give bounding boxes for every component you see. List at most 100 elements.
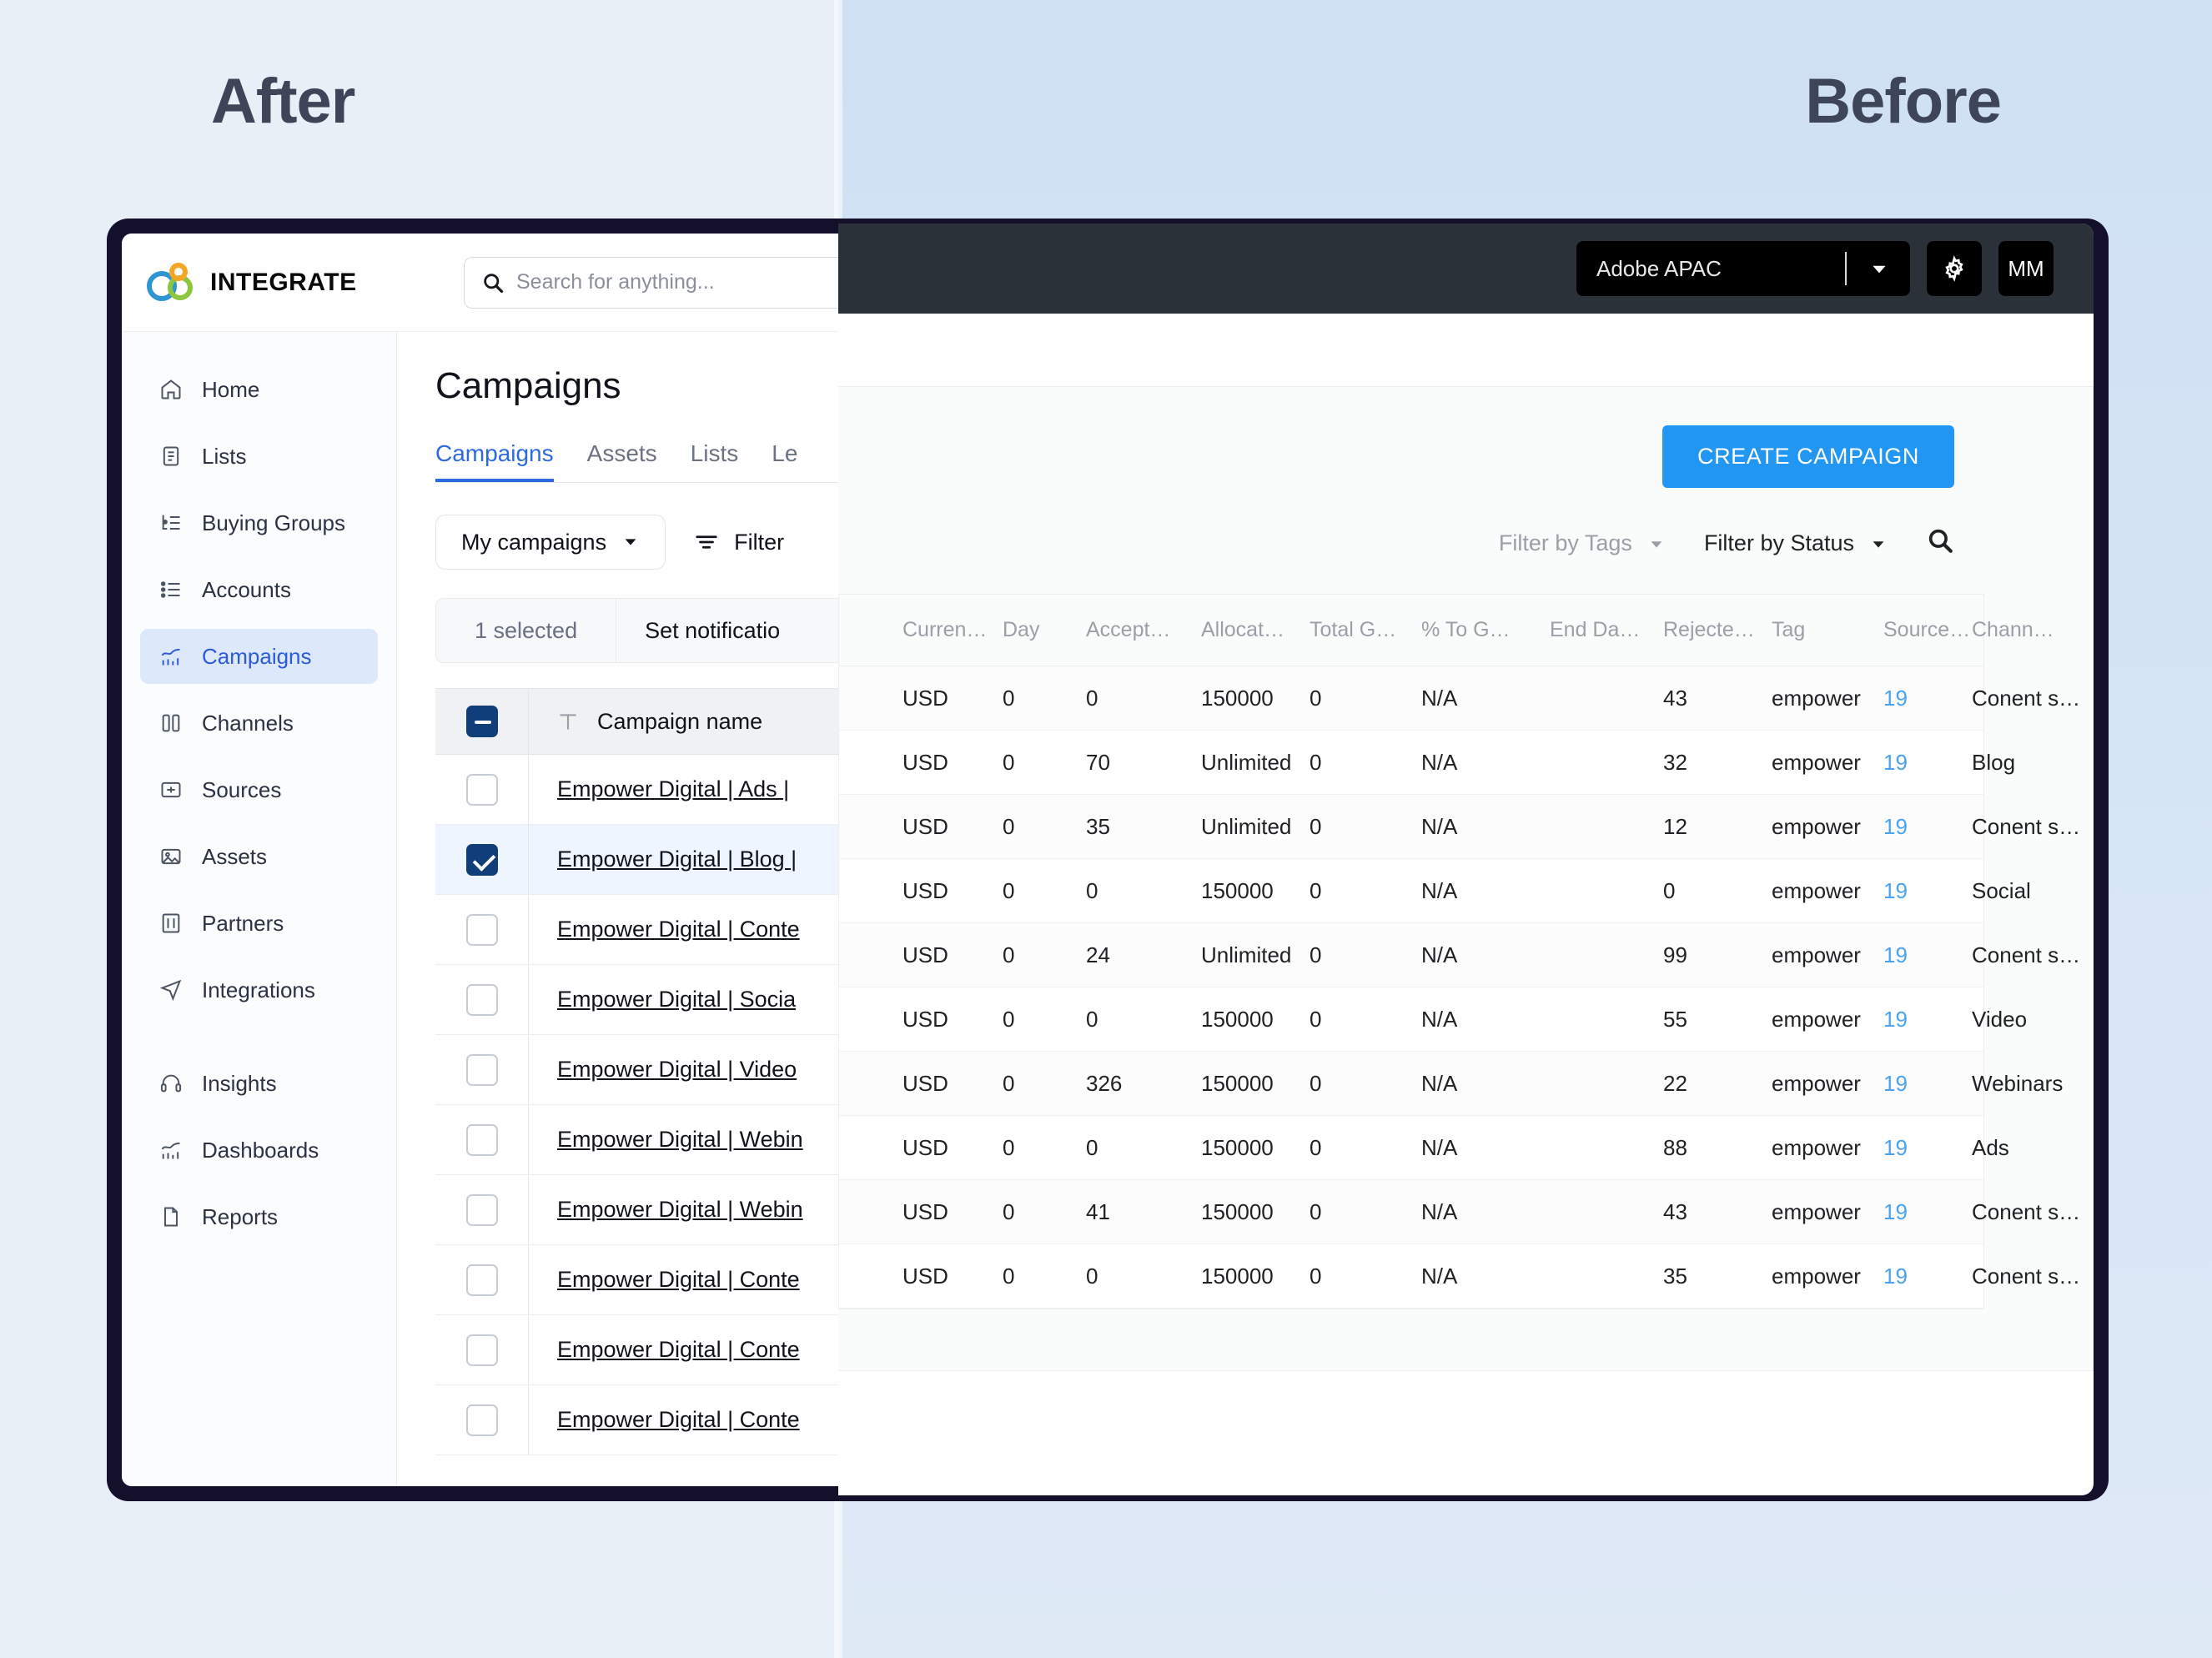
sidebar-item-sources[interactable]: Sources [140, 762, 378, 817]
campaign-name-cell[interactable]: Empower Digital | Blog | [529, 847, 797, 872]
before-search-button[interactable] [1926, 526, 1954, 560]
row-checkbox-cell[interactable] [435, 895, 529, 964]
row-checkbox[interactable] [465, 913, 498, 946]
row-checkbox[interactable] [465, 1404, 498, 1436]
sidebar-item-buying-groups[interactable]: Buying Groups [140, 495, 378, 550]
row-checkbox-cell[interactable] [435, 1385, 529, 1455]
table-row[interactable]: USD 0 326 150000 0 N/A 22 empower 19 Web… [839, 1052, 2063, 1116]
col-total-goal[interactable]: Total G… [1310, 618, 1421, 642]
filter-by-status-dropdown[interactable]: Filter by Status [1704, 530, 1888, 556]
campaign-name-link[interactable]: Empower Digital | Conte [557, 1407, 800, 1433]
campaign-name-cell[interactable]: Empower Digital | Conte [529, 1407, 800, 1433]
campaign-name-cell[interactable]: Empower Digital | Conte [529, 1267, 800, 1293]
table-row[interactable]: USD 0 24 Unlimited 0 N/A 99 empower 19 C… [839, 923, 2080, 987]
cell-source[interactable]: 19 [1883, 878, 1972, 904]
col-tag[interactable]: Tag [1772, 618, 1883, 642]
my-campaigns-dropdown[interactable]: My campaigns [435, 515, 666, 570]
row-checkbox-cell[interactable] [435, 965, 529, 1034]
row-checkbox-cell[interactable] [435, 1175, 529, 1244]
col-channel[interactable]: Chann… [1972, 618, 2089, 642]
row-menu-button[interactable]: ⋮ [2089, 1140, 2094, 1155]
col-day[interactable]: Day [1003, 618, 1086, 642]
cell-source[interactable]: 19 [1883, 750, 1972, 776]
row-checkbox-cell[interactable] [435, 1035, 529, 1104]
col-allocated[interactable]: Allocat… [1201, 618, 1310, 642]
campaign-name-link[interactable]: Empower Digital | Webin [557, 1127, 803, 1153]
org-selector[interactable]: Adobe APAC [1576, 241, 1910, 296]
row-checkbox[interactable] [465, 1123, 498, 1156]
row-menu-button[interactable]: ⋮ [2089, 947, 2094, 962]
table-row[interactable]: USD 0 0 150000 0 N/A 0 empower 19 Social… [839, 859, 2031, 923]
sidebar-item-channels[interactable]: Channels [140, 696, 378, 751]
row-checkbox[interactable] [465, 983, 498, 1016]
cell-source[interactable]: 19 [1883, 1199, 1972, 1225]
campaign-name-link[interactable]: Empower Digital | Conte [557, 917, 800, 942]
cell-source[interactable]: 19 [1883, 1264, 1972, 1289]
sidebar-item-reports[interactable]: Reports [140, 1189, 378, 1244]
table-row[interactable]: USD 0 41 150000 0 N/A 43 empower 19 Cone… [839, 1180, 2080, 1244]
sidebar-item-lists[interactable]: Lists [140, 429, 378, 484]
sidebar-item-integrations[interactable]: Integrations [140, 962, 378, 1017]
sidebar-item-insights[interactable]: Insights [140, 1056, 378, 1111]
settings-button[interactable] [1927, 241, 1982, 296]
filter-button[interactable]: Filter [694, 530, 784, 555]
campaign-name-cell[interactable]: Empower Digital | Conte [529, 1337, 800, 1363]
campaign-name-cell[interactable]: Empower Digital | Socia [529, 987, 796, 1012]
campaign-name-cell[interactable]: Empower Digital | Webin [529, 1127, 803, 1153]
row-checkbox[interactable] [465, 1193, 498, 1226]
cell-source[interactable]: 19 [1883, 942, 1972, 968]
tab-assets[interactable]: Assets [587, 440, 657, 482]
row-menu-button[interactable]: ⋮ [2089, 755, 2094, 770]
campaign-name-link[interactable]: Empower Digital | Blog | [557, 847, 797, 872]
set-notification-button[interactable]: Set notificatio [616, 599, 808, 662]
sidebar-item-campaigns[interactable]: Campaigns [140, 629, 378, 684]
table-row[interactable]: USD 0 0 150000 0 N/A 35 empower 19 Conen… [839, 1244, 2080, 1309]
row-menu-button[interactable]: ⋮ [2089, 691, 2094, 706]
cell-source[interactable]: 19 [1883, 1135, 1972, 1161]
row-checkbox[interactable] [465, 843, 498, 876]
tab-campaigns[interactable]: Campaigns [435, 440, 554, 482]
row-menu-button[interactable]: ⋮ [2089, 1204, 2094, 1219]
campaign-name-link[interactable]: Empower Digital | Video [557, 1057, 797, 1083]
sidebar-item-dashboards[interactable]: Dashboards [140, 1123, 378, 1178]
row-menu-button[interactable]: ⋮ [2089, 1012, 2094, 1027]
campaign-name-cell[interactable]: Empower Digital | Conte [529, 917, 800, 942]
cell-source[interactable]: 19 [1883, 814, 1972, 840]
campaign-name-cell[interactable]: Empower Digital | Webin [529, 1197, 803, 1223]
campaign-name-header[interactable]: Campaign name [529, 709, 762, 735]
table-row[interactable]: USD 0 70 Unlimited 0 N/A 32 empower 19 B… [839, 731, 2015, 795]
row-menu-button[interactable]: ⋮ [2089, 883, 2094, 898]
brand-logo[interactable]: INTEGRATE [145, 262, 420, 303]
row-menu-button[interactable]: ⋮ [2089, 1076, 2094, 1091]
campaign-name-link[interactable]: Empower Digital | Ads | [557, 776, 789, 802]
table-row[interactable]: USD 0 0 150000 0 N/A 88 empower 19 Ads ⋮ [839, 1116, 2009, 1180]
campaign-name-link[interactable]: Empower Digital | Conte [557, 1337, 800, 1363]
campaign-name-link[interactable]: Empower Digital | Webin [557, 1197, 803, 1223]
avatar[interactable]: MM [1998, 241, 2054, 296]
cell-source[interactable]: 19 [1883, 686, 1972, 711]
table-row[interactable]: USD 0 0 150000 0 N/A 43 empower 19 Conen… [839, 666, 2080, 731]
col-accepted[interactable]: Accept… [1086, 618, 1201, 642]
select-all-checkbox-cell[interactable] [435, 689, 529, 754]
campaign-name-cell[interactable]: Empower Digital | Video [529, 1057, 797, 1083]
campaign-name-link[interactable]: Empower Digital | Socia [557, 987, 796, 1012]
row-checkbox-cell[interactable] [435, 755, 529, 824]
col-currency[interactable]: Curren… [902, 618, 1003, 642]
sidebar-item-accounts[interactable]: Accounts [140, 562, 378, 617]
col-source[interactable]: Source… [1883, 618, 1972, 642]
select-all-checkbox[interactable] [465, 706, 498, 737]
campaign-name-link[interactable]: Empower Digital | Conte [557, 1267, 800, 1293]
table-row[interactable]: USD 0 35 Unlimited 0 N/A 12 empower 19 C… [839, 795, 2080, 859]
row-checkbox-cell[interactable] [435, 1245, 529, 1314]
col-rejected[interactable]: Rejecte… [1663, 618, 1772, 642]
sidebar-item-home[interactable]: Home [140, 362, 378, 417]
table-row[interactable]: USD 0 0 150000 0 N/A 55 empower 19 Video… [839, 987, 2027, 1052]
tab-lists[interactable]: Lists [691, 440, 739, 482]
row-checkbox[interactable] [465, 1264, 498, 1296]
tab-leads[interactable]: Le [772, 440, 797, 482]
row-menu-button[interactable]: ⋮ [2089, 1269, 2094, 1284]
filter-by-tags-dropdown[interactable]: Filter by Tags [1499, 530, 1666, 556]
row-checkbox-cell[interactable] [435, 1105, 529, 1174]
row-checkbox[interactable] [465, 1334, 498, 1366]
create-campaign-button[interactable]: CREATE CAMPAIGN [1662, 425, 1954, 488]
